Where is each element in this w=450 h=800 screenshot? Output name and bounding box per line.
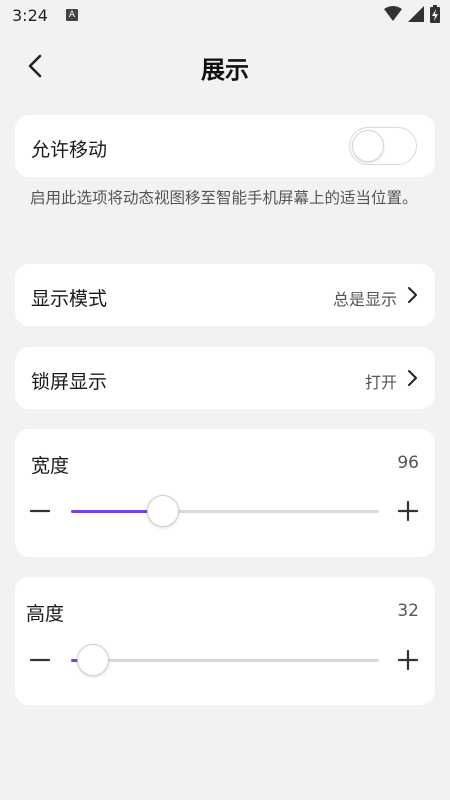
status-time: 3:24 — [12, 5, 48, 25]
display-mode-label: 显示模式 — [31, 288, 108, 310]
height-increase-icon[interactable] — [396, 648, 420, 672]
allow-move-toggle[interactable] — [349, 127, 417, 165]
height-decrease-icon[interactable] — [28, 648, 52, 672]
width-slider-thumb[interactable] — [147, 495, 180, 527]
height-slider-track[interactable] — [71, 659, 379, 662]
height-slider-card: 高度 32 — [15, 577, 435, 705]
width-decrease-icon[interactable] — [28, 499, 52, 523]
notification-a-icon: A — [65, 9, 78, 21]
signal-icon — [408, 6, 424, 22]
chevron-right-icon — [408, 287, 417, 303]
width-label: 宽度 — [31, 455, 70, 477]
wifi-icon — [384, 6, 402, 21]
width-slider-card: 宽度 96 — [15, 429, 435, 557]
width-value: 96 — [397, 453, 419, 473]
allow-move-help-text: 启用此选项将动态视图移至智能手机屏幕上的适当位置。 — [30, 189, 418, 207]
battery-charging-icon — [430, 5, 440, 23]
lock-screen-label: 锁屏显示 — [31, 371, 108, 393]
allow-move-card: 允许移动 — [15, 115, 435, 177]
height-label: 高度 — [26, 603, 65, 625]
status-icons — [384, 5, 440, 23]
status-bar: 3:24 A — [0, 0, 450, 30]
chevron-right-icon — [408, 370, 417, 386]
width-increase-icon[interactable] — [396, 499, 420, 523]
page-title: 展示 — [201, 56, 249, 84]
height-slider-thumb[interactable] — [76, 644, 109, 676]
lock-screen-value: 打开 — [364, 373, 397, 392]
display-mode-value: 总是显示 — [332, 290, 397, 309]
allow-move-label: 允许移动 — [31, 139, 108, 161]
width-slider-track[interactable] — [71, 510, 379, 513]
toggle-knob — [352, 130, 384, 162]
lock-screen-row[interactable]: 锁屏显示 打开 — [15, 347, 435, 409]
app-bar: 展示 — [0, 40, 450, 92]
display-mode-row[interactable]: 显示模式 总是显示 — [15, 264, 435, 326]
height-value: 32 — [397, 601, 419, 621]
